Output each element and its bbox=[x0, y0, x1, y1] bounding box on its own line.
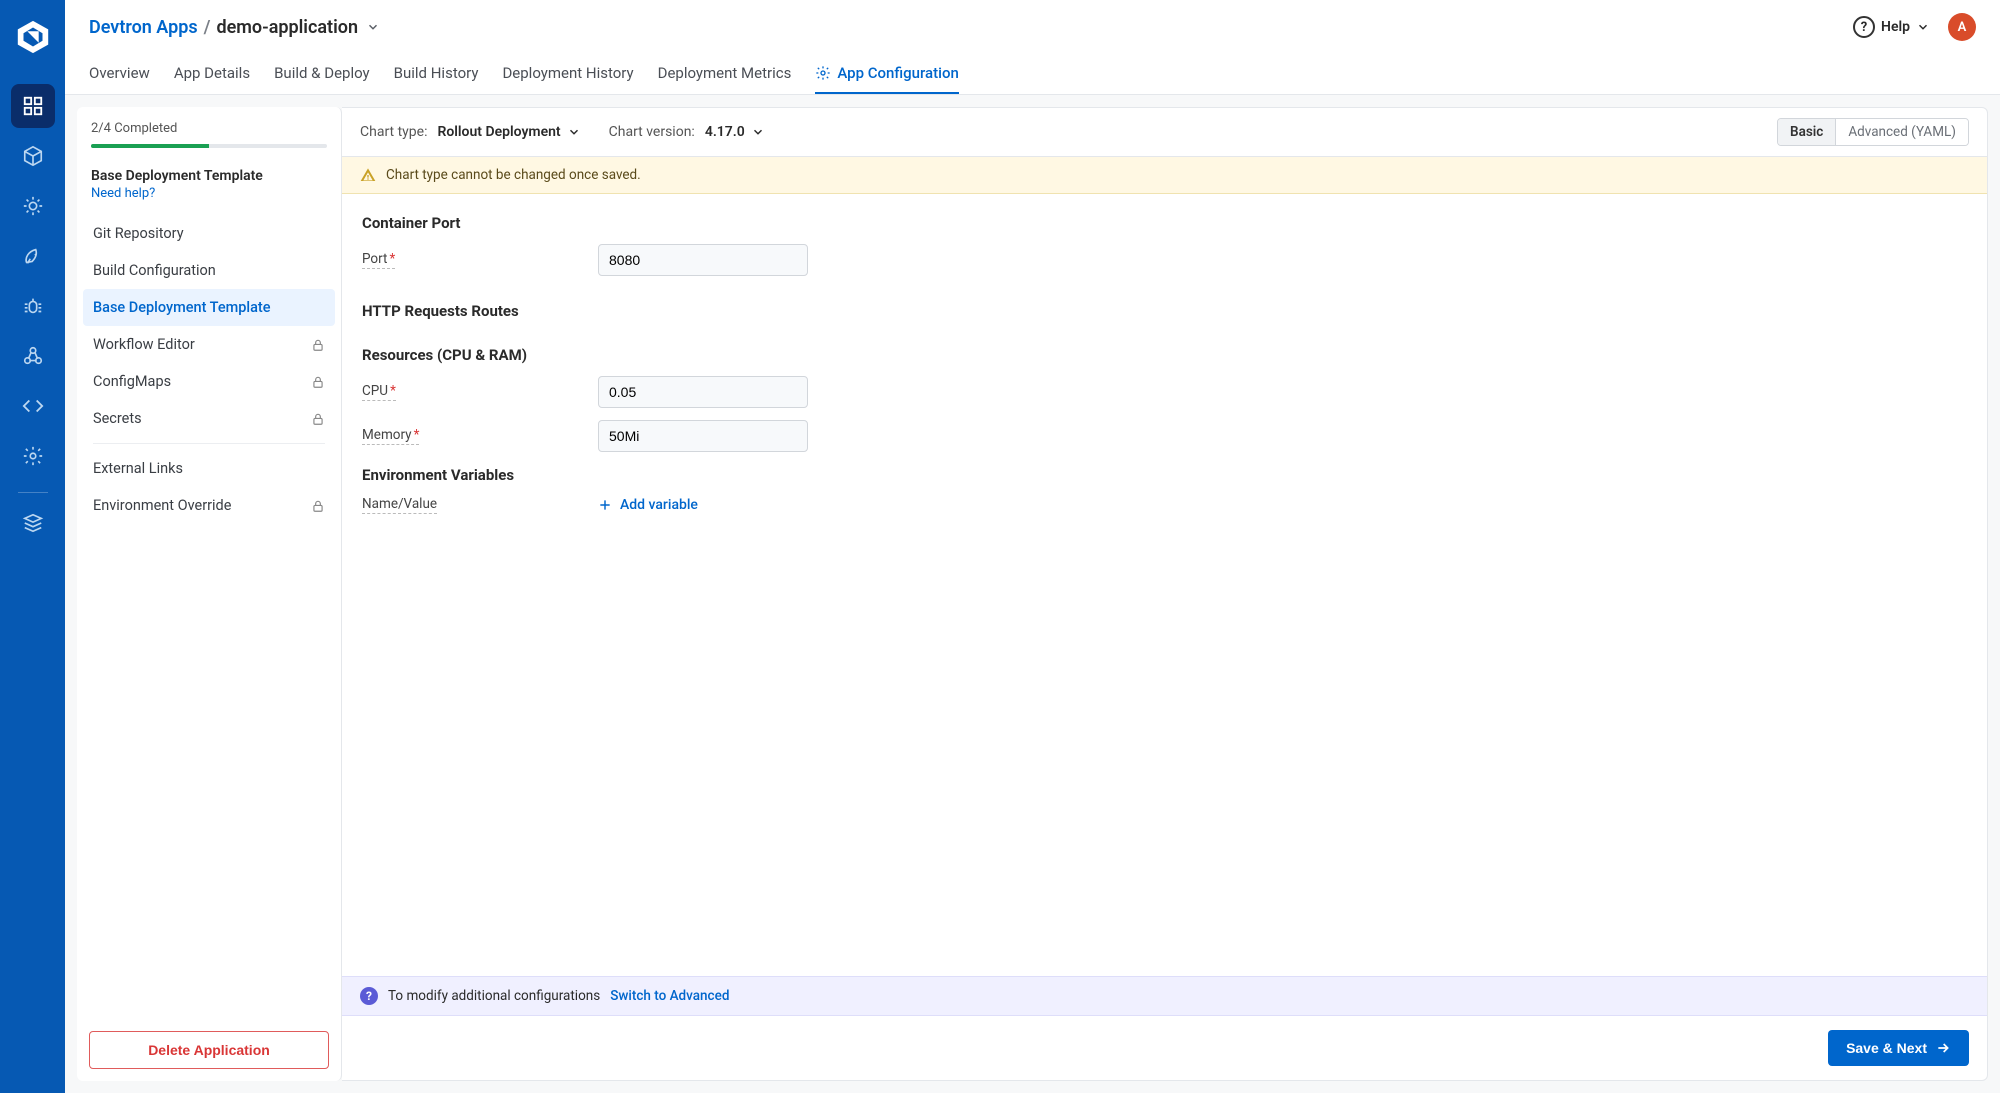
lock-icon bbox=[311, 499, 325, 513]
chevron-down-icon bbox=[567, 125, 581, 139]
cpu-label: CPU* bbox=[362, 383, 396, 401]
rail-bug-icon[interactable] bbox=[11, 284, 55, 328]
tab-app-configuration[interactable]: App Configuration bbox=[815, 54, 958, 94]
breadcrumb-leaf: demo-application bbox=[216, 17, 358, 38]
chart-version-label: Chart version: bbox=[609, 124, 695, 140]
tab-app-details[interactable]: App Details bbox=[174, 54, 250, 94]
port-label: Port* bbox=[362, 251, 395, 269]
memory-input[interactable] bbox=[598, 420, 808, 452]
tab-deployment-history[interactable]: Deployment History bbox=[502, 54, 633, 94]
mode-advanced[interactable]: Advanced (YAML) bbox=[1835, 119, 1968, 145]
arrow-right-icon bbox=[1935, 1040, 1951, 1056]
chevron-down-icon bbox=[1916, 20, 1930, 34]
toolbar: Chart type: Rollout Deployment Chart ver… bbox=[342, 108, 1987, 157]
sidebar-item-configmaps[interactable]: ConfigMaps bbox=[83, 363, 335, 400]
help-link[interactable]: Need help? bbox=[77, 186, 341, 211]
warning-icon bbox=[360, 167, 376, 183]
gear-icon bbox=[815, 65, 831, 81]
info-icon: ? bbox=[360, 987, 378, 1005]
rail-stack-icon[interactable] bbox=[11, 501, 55, 545]
sidebar-item-env-override[interactable]: Environment Override bbox=[83, 487, 335, 524]
rail-cube-icon[interactable] bbox=[11, 134, 55, 178]
rail-rocket-icon[interactable] bbox=[11, 234, 55, 278]
devtron-logo bbox=[14, 18, 52, 56]
rail-helm-icon[interactable] bbox=[11, 184, 55, 228]
add-variable-button[interactable]: Add variable bbox=[598, 497, 698, 513]
progress-bar bbox=[91, 144, 327, 148]
content-panel: Chart type: Rollout Deployment Chart ver… bbox=[342, 107, 1988, 1081]
warning-text: Chart type cannot be changed once saved. bbox=[386, 167, 641, 183]
lock-icon bbox=[311, 375, 325, 389]
lock-icon bbox=[311, 412, 325, 426]
footer: Save & Next bbox=[342, 1016, 1987, 1080]
breadcrumb-root[interactable]: Devtron Apps bbox=[89, 17, 198, 38]
mode-basic[interactable]: Basic bbox=[1778, 119, 1835, 145]
breadcrumb-sep: / bbox=[204, 17, 211, 38]
tab-build-deploy[interactable]: Build & Deploy bbox=[274, 54, 370, 94]
progress-text: 2/4 Completed bbox=[91, 121, 327, 136]
cpu-input[interactable] bbox=[598, 376, 808, 408]
memory-label: Memory* bbox=[362, 427, 419, 445]
sidebar-item-build-config[interactable]: Build Configuration bbox=[83, 252, 335, 289]
form-area: Container Port Port* HTTP Requests Route… bbox=[342, 194, 1987, 976]
rail-divider bbox=[18, 492, 48, 493]
sidebar-item-external-links[interactable]: External Links bbox=[83, 450, 335, 487]
help-label: Help bbox=[1881, 19, 1910, 35]
chart-type-select[interactable]: Rollout Deployment bbox=[437, 124, 580, 140]
chart-version-select[interactable]: 4.17.0 bbox=[705, 124, 765, 140]
config-sidebar: 2/4 Completed Base Deployment Template N… bbox=[77, 107, 342, 1081]
rail-apps[interactable] bbox=[11, 84, 55, 128]
sidebar-item-git[interactable]: Git Repository bbox=[83, 215, 335, 252]
rail-gear-icon[interactable] bbox=[11, 434, 55, 478]
tabs: Overview App Details Build & Deploy Buil… bbox=[89, 54, 1976, 94]
sidebar-item-secrets[interactable]: Secrets bbox=[83, 400, 335, 437]
name-value-label: Name/Value bbox=[362, 496, 437, 514]
section-resources: Resources (CPU & RAM) bbox=[362, 346, 1967, 364]
rail-cluster-icon[interactable] bbox=[11, 334, 55, 378]
section-env: Environment Variables bbox=[362, 466, 1967, 484]
tab-deployment-metrics[interactable]: Deployment Metrics bbox=[658, 54, 792, 94]
save-next-button[interactable]: Save & Next bbox=[1828, 1030, 1969, 1066]
lock-icon bbox=[311, 338, 325, 352]
sidebar-item-base-template[interactable]: Base Deployment Template bbox=[83, 289, 335, 326]
help-menu[interactable]: ? Help bbox=[1853, 16, 1930, 38]
rail-code-icon[interactable] bbox=[11, 384, 55, 428]
mode-toggle: Basic Advanced (YAML) bbox=[1777, 118, 1969, 146]
help-icon: ? bbox=[1853, 16, 1875, 38]
breadcrumb: Devtron Apps / demo-application bbox=[89, 17, 380, 38]
breadcrumb-chevron-icon[interactable] bbox=[366, 20, 380, 34]
warning-banner: Chart type cannot be changed once saved. bbox=[342, 157, 1987, 194]
section-container-port: Container Port bbox=[362, 214, 1967, 232]
delete-application-button[interactable]: Delete Application bbox=[89, 1031, 329, 1069]
tab-build-history[interactable]: Build History bbox=[394, 54, 479, 94]
chevron-down-icon bbox=[751, 125, 765, 139]
switch-to-advanced-link[interactable]: Switch to Advanced bbox=[610, 988, 729, 1004]
avatar[interactable]: A bbox=[1948, 13, 1976, 41]
sidebar-section-title: Base Deployment Template bbox=[77, 158, 341, 186]
info-banner: ? To modify additional configurations Sw… bbox=[342, 976, 1987, 1016]
left-rail bbox=[0, 0, 65, 1093]
tab-overview[interactable]: Overview bbox=[89, 54, 150, 94]
port-input[interactable] bbox=[598, 244, 808, 276]
header: Devtron Apps / demo-application ? Help A bbox=[65, 0, 2000, 95]
info-text: To modify additional configurations bbox=[388, 988, 600, 1004]
chart-type-label: Chart type: bbox=[360, 124, 427, 140]
plus-icon bbox=[598, 498, 612, 512]
section-http: HTTP Requests Routes bbox=[362, 302, 519, 320]
sidebar-item-workflow[interactable]: Workflow Editor bbox=[83, 326, 335, 363]
progress-fill bbox=[91, 144, 209, 148]
